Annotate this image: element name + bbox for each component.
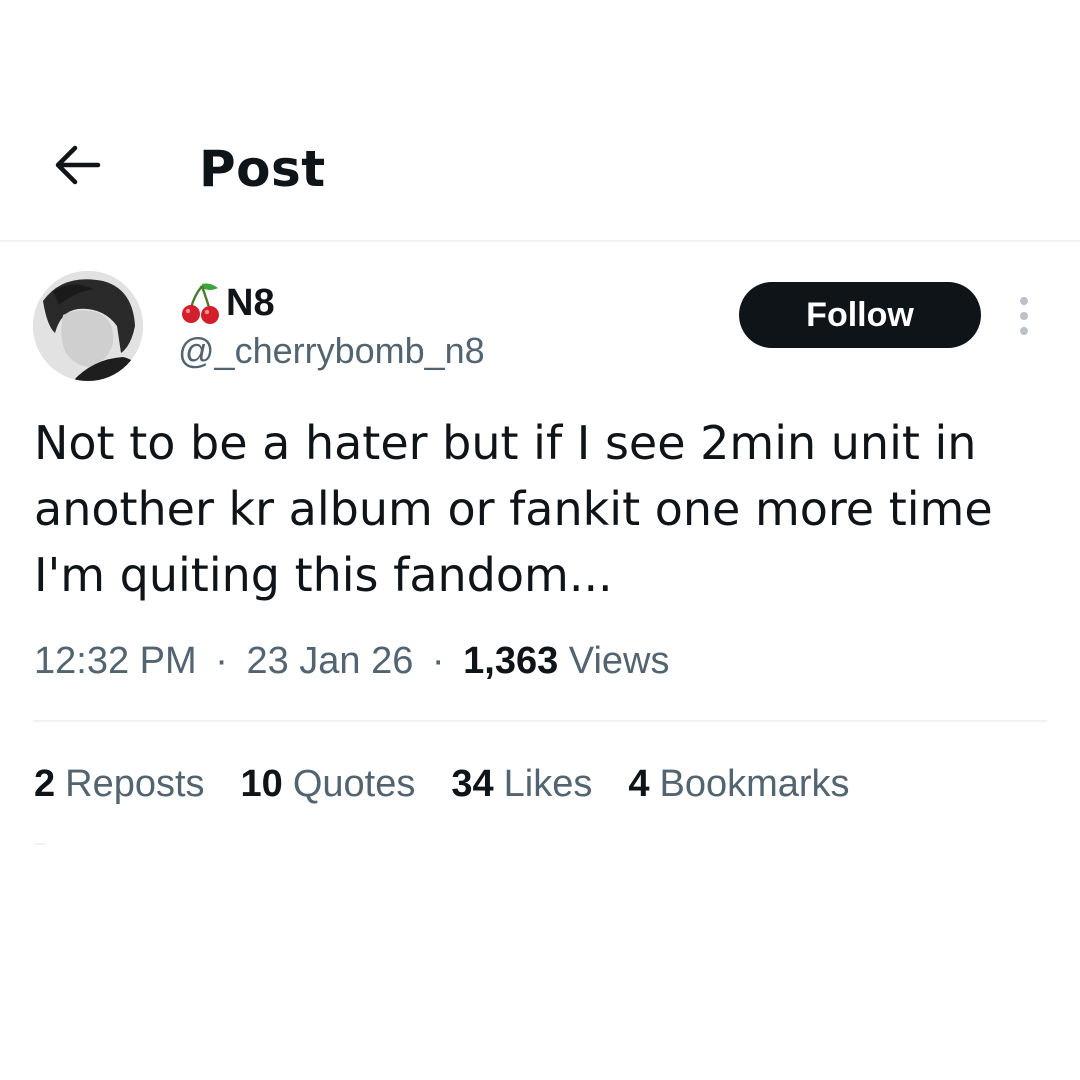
- stat-count: 10: [240, 763, 283, 805]
- meta-divider: [33, 720, 1047, 722]
- cherry-icon: [182, 283, 219, 324]
- stat-count: 34: [451, 763, 494, 805]
- views-label: Views: [568, 640, 670, 682]
- stat-label: Likes: [503, 763, 593, 805]
- bookmarks-stat[interactable]: 4 Bookmarks: [628, 763, 849, 806]
- post-text-line: Not to be a hater but if I see 2min unit…: [34, 416, 977, 470]
- stat-count: 4: [628, 763, 650, 805]
- likes-stat[interactable]: 34 Likes: [451, 763, 592, 806]
- page-title: Post: [199, 140, 326, 198]
- author-name-row[interactable]: N8: [180, 280, 275, 326]
- meta-separator: ·: [431, 640, 445, 682]
- avatar-photo: [33, 271, 143, 381]
- reposts-stat[interactable]: 2 Reposts: [34, 763, 205, 806]
- more-options-button[interactable]: [1012, 294, 1036, 338]
- post-time[interactable]: 12:32 PM: [34, 640, 197, 682]
- top-bar: Post: [0, 0, 1080, 242]
- header-divider: [0, 240, 1080, 242]
- stat-label: Bookmarks: [659, 763, 850, 805]
- engagement-stats: 2 Reposts 10 Quotes 34 Likes 4 Bookmarks: [34, 763, 886, 806]
- follow-button[interactable]: Follow: [739, 282, 981, 348]
- arrow-left-icon: [55, 145, 101, 185]
- views-count: 1,363: [463, 640, 559, 682]
- avatar[interactable]: [33, 271, 143, 381]
- quotes-stat[interactable]: 10 Quotes: [241, 763, 416, 806]
- back-button[interactable]: [50, 138, 104, 192]
- post-text-line: I'm quiting this fandom...: [34, 548, 613, 602]
- stat-label: Reposts: [65, 763, 205, 805]
- more-vertical-icon: [1020, 297, 1028, 335]
- stat-label: Quotes: [292, 763, 416, 805]
- meta-separator: ·: [215, 640, 228, 682]
- stat-count: 2: [34, 763, 56, 805]
- post-text: Not to be a hater but if I see 2min unit…: [34, 410, 1044, 608]
- display-name: N8: [226, 281, 275, 324]
- post-meta: 12:32 PM · 23 Jan 26 · 1,363 Views: [34, 640, 669, 683]
- divider-fragment: [34, 843, 46, 845]
- post-page: Post N8 @_cherrybomb_n8 Follow Not to be…: [0, 0, 1080, 1080]
- user-handle[interactable]: @_cherrybomb_n8: [178, 330, 485, 372]
- post-text-line: another kr album or fankit one more time: [34, 482, 993, 536]
- post-date[interactable]: 23 Jan 26: [246, 640, 413, 682]
